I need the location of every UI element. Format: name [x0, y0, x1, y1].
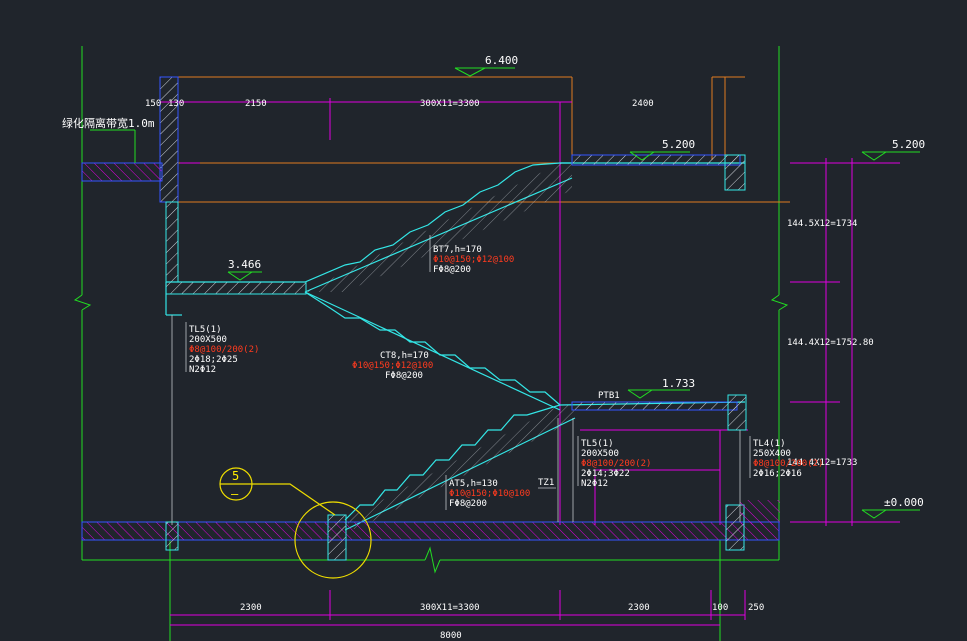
- dim-8000: 8000: [440, 631, 462, 641]
- svg-text:BT7,h=170: BT7,h=170: [433, 245, 482, 255]
- dim-1734: 144.5X12=1734: [787, 219, 857, 229]
- svg-text:FΦ8@200: FΦ8@200: [385, 371, 423, 381]
- svg-text:250X400: 250X400: [753, 449, 791, 459]
- svg-text:Φ8@100/200(2): Φ8@100/200(2): [581, 459, 651, 469]
- dim-130: 130: [168, 99, 184, 109]
- svg-text:N2Φ12: N2Φ12: [581, 479, 608, 489]
- svg-text:CT8,h=170: CT8,h=170: [380, 351, 429, 361]
- dim-100: 100: [712, 603, 728, 613]
- beam-tl5-mid: TL5(1) 200X500 Φ8@100/200(2) 2Φ14;3Φ22 N…: [577, 436, 651, 489]
- level-5200-right: 5.200: [892, 138, 925, 151]
- stair-section-drawing: 150 130 2150 300X11=3300 2400 6.400 5.20…: [62, 46, 925, 641]
- svg-text:Φ8@100/200(2): Φ8@100/200(2): [753, 459, 823, 469]
- svg-text:N2Φ12: N2Φ12: [189, 365, 216, 375]
- svg-text:AT5,h=130: AT5,h=130: [449, 479, 498, 489]
- svg-text:TL4(1): TL4(1): [753, 439, 786, 449]
- level-5200-inner: 5.200: [662, 138, 695, 151]
- stair-at5-label: AT5,h=130 Φ10@150;Φ10@100 FΦ8@200: [445, 475, 530, 510]
- ptb1-label: PTB1: [598, 391, 620, 401]
- stair-ct8-label: CT8,h=170 Φ10@150;Φ12@100 FΦ8@200: [352, 351, 433, 381]
- dim-2300-b: 2300: [628, 603, 650, 613]
- svg-text:TL5(1): TL5(1): [189, 325, 222, 335]
- beam-tl5-left: TL5(1) 200X500 Φ8@100/200(2) 2Φ18;2Φ25 N…: [185, 322, 259, 375]
- svg-text:TL5(1): TL5(1): [581, 439, 614, 449]
- svg-text:2Φ14;3Φ22: 2Φ14;3Φ22: [581, 469, 630, 479]
- svg-text:FΦ8@200: FΦ8@200: [449, 499, 487, 509]
- dim-3300-bottom: 300X11=3300: [420, 603, 480, 613]
- tz1-label: TZ1: [538, 478, 554, 488]
- dim-1752: 144.4X12=1752.80: [787, 338, 874, 348]
- svg-text:200X500: 200X500: [581, 449, 619, 459]
- level-6400: 6.400: [485, 54, 518, 67]
- level-1733: 1.733: [662, 377, 695, 390]
- dim-150: 150: [145, 99, 161, 109]
- svg-text:Φ10@150;Φ12@100: Φ10@150;Φ12@100: [433, 255, 514, 265]
- detail-number: 5: [232, 469, 239, 483]
- svg-text:Φ10@150;Φ12@100: Φ10@150;Φ12@100: [352, 361, 433, 371]
- level-0: ±0.000: [884, 496, 924, 509]
- svg-text:200X500: 200X500: [189, 335, 227, 345]
- dim-2400: 2400: [632, 99, 654, 109]
- top-dimensions: 150 130 2150 300X11=3300 2400: [145, 98, 654, 140]
- orange-lines: [159, 76, 790, 203]
- svg-text:Φ10@150;Φ10@100: Φ10@150;Φ10@100: [449, 489, 530, 499]
- dim-2150: 2150: [245, 99, 267, 109]
- svg-text:Φ8@100/200(2): Φ8@100/200(2): [189, 345, 259, 355]
- detail-sub: —: [231, 487, 239, 501]
- note-greenbelt: 绿化隔离带宽1.0m: [62, 116, 155, 130]
- svg-text:2Φ16;2Φ16: 2Φ16;2Φ16: [753, 469, 802, 479]
- outer-frame: [73, 46, 789, 641]
- level-3466: 3.466: [228, 258, 261, 271]
- dim-2300-a: 2300: [240, 603, 262, 613]
- svg-text:2Φ18;2Φ25: 2Φ18;2Φ25: [189, 355, 238, 365]
- dim-250: 250: [748, 603, 764, 613]
- svg-text:FΦ8@200: FΦ8@200: [433, 265, 471, 275]
- dim-3300-top: 300X11=3300: [420, 99, 480, 109]
